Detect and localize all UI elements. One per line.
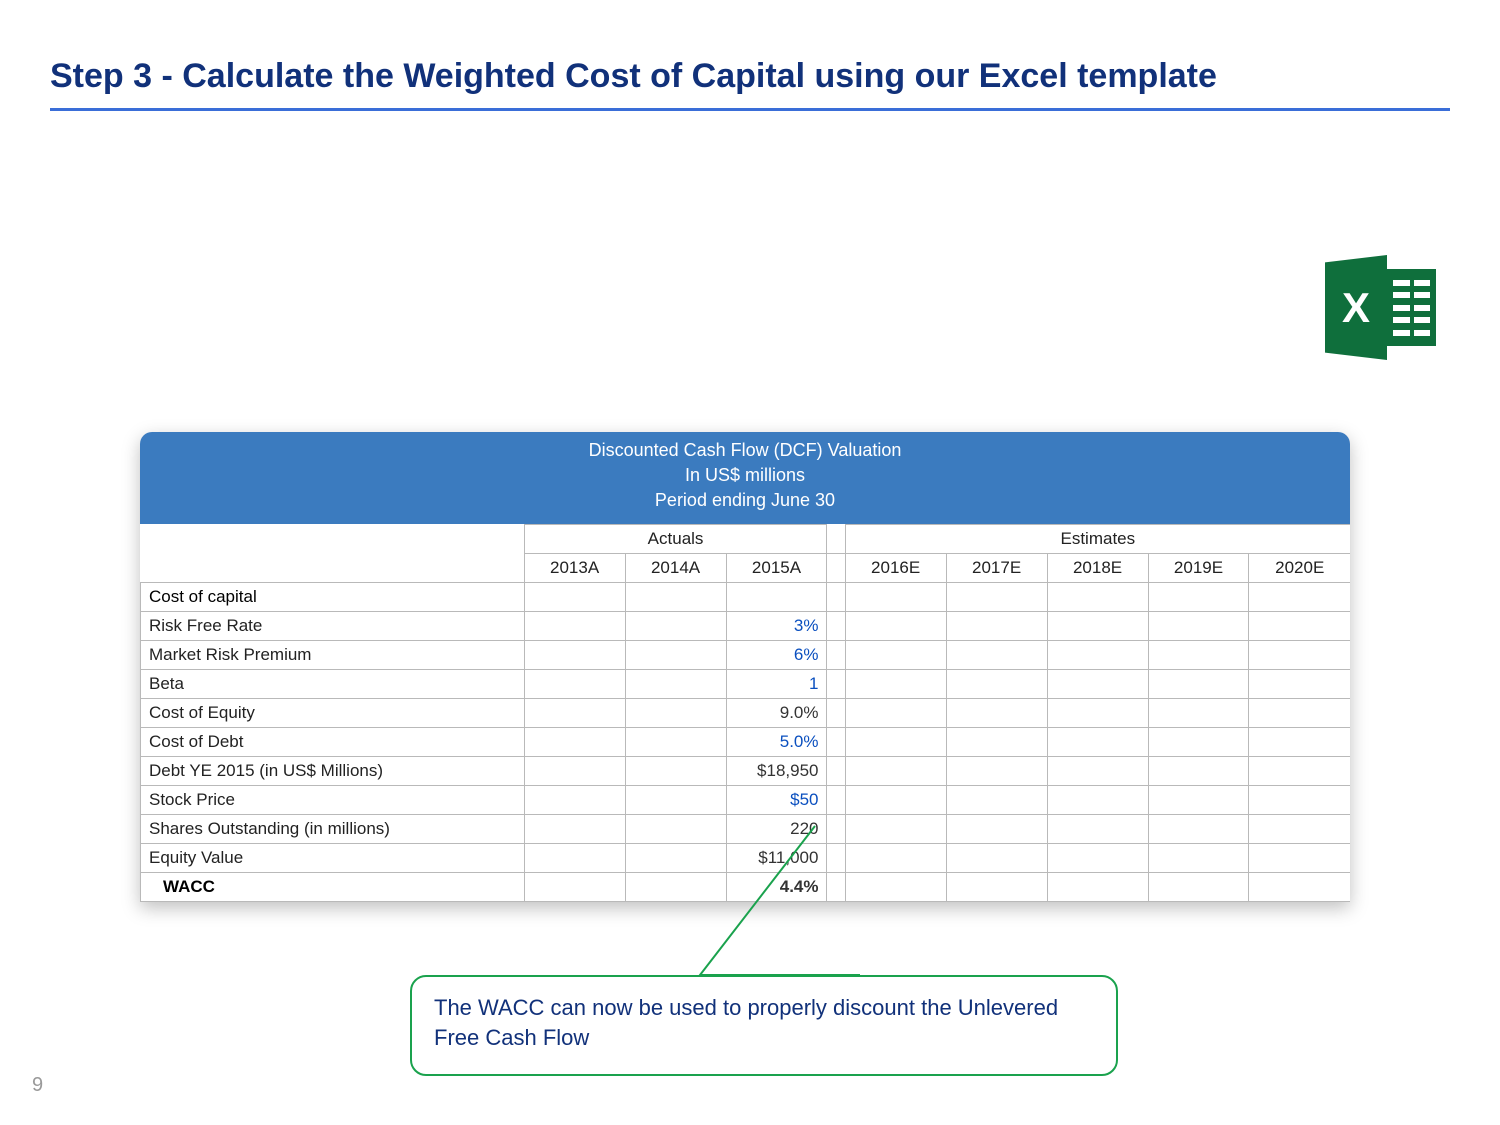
- table-header-line3: Period ending June 30: [140, 488, 1350, 513]
- val-coe: 9.0%: [726, 698, 827, 727]
- val-debt: $18,950: [726, 756, 827, 785]
- page-title: Step 3 - Calculate the Weighted Cost of …: [50, 55, 1450, 111]
- year-5: 2018E: [1047, 553, 1148, 582]
- row-risk-free: Risk Free Rate 3%: [141, 611, 1351, 640]
- col-group-actuals: Actuals: [524, 524, 827, 553]
- lbl-price: Stock Price: [141, 785, 525, 814]
- lbl-shares: Shares Outstanding (in millions): [141, 814, 525, 843]
- val-cod: 5.0%: [726, 727, 827, 756]
- year-4: 2017E: [946, 553, 1047, 582]
- lbl-cod: Cost of Debt: [141, 727, 525, 756]
- section-label: Cost of capital: [141, 582, 525, 611]
- lbl-wacc: WACC: [141, 872, 525, 901]
- callout-box: The WACC can now be used to properly dis…: [410, 975, 1118, 1076]
- lbl-coe: Cost of Equity: [141, 698, 525, 727]
- slide: Step 3 - Calculate the Weighted Cost of …: [0, 0, 1500, 1125]
- lbl-beta: Beta: [141, 669, 525, 698]
- table-header-line2: In US$ millions: [140, 463, 1350, 488]
- table-header: Discounted Cash Flow (DCF) Valuation In …: [140, 432, 1350, 524]
- col-group-estimates: Estimates: [845, 524, 1350, 553]
- row-cod: Cost of Debt 5.0%: [141, 727, 1351, 756]
- table-header-line1: Discounted Cash Flow (DCF) Valuation: [140, 438, 1350, 463]
- row-section: Cost of capital: [141, 582, 1351, 611]
- lbl-risk-free: Risk Free Rate: [141, 611, 525, 640]
- lbl-ev: Equity Value: [141, 843, 525, 872]
- page-number: 9: [32, 1074, 43, 1097]
- row-coe: Cost of Equity 9.0%: [141, 698, 1351, 727]
- year-3: 2016E: [845, 553, 946, 582]
- year-1: 2014A: [625, 553, 726, 582]
- lbl-mrp: Market Risk Premium: [141, 640, 525, 669]
- lbl-debt: Debt YE 2015 (in US$ Millions): [141, 756, 525, 785]
- row-mrp: Market Risk Premium 6%: [141, 640, 1351, 669]
- val-price: $50: [726, 785, 827, 814]
- row-beta: Beta 1: [141, 669, 1351, 698]
- val-mrp: 6%: [726, 640, 827, 669]
- excel-icon-sheet: [1387, 265, 1440, 350]
- val-risk-free: 3%: [726, 611, 827, 640]
- year-0: 2013A: [524, 553, 625, 582]
- excel-icon: X: [1325, 255, 1440, 360]
- row-price: Stock Price $50: [141, 785, 1351, 814]
- excel-icon-letter: X: [1325, 255, 1387, 360]
- year-6: 2019E: [1148, 553, 1249, 582]
- callout-pointer: [700, 822, 960, 992]
- year-7: 2020E: [1249, 553, 1350, 582]
- callout-text: The WACC can now be used to properly dis…: [434, 995, 1058, 1050]
- row-debt: Debt YE 2015 (in US$ Millions) $18,950: [141, 756, 1351, 785]
- val-beta: 1: [726, 669, 827, 698]
- year-2: 2015A: [726, 553, 827, 582]
